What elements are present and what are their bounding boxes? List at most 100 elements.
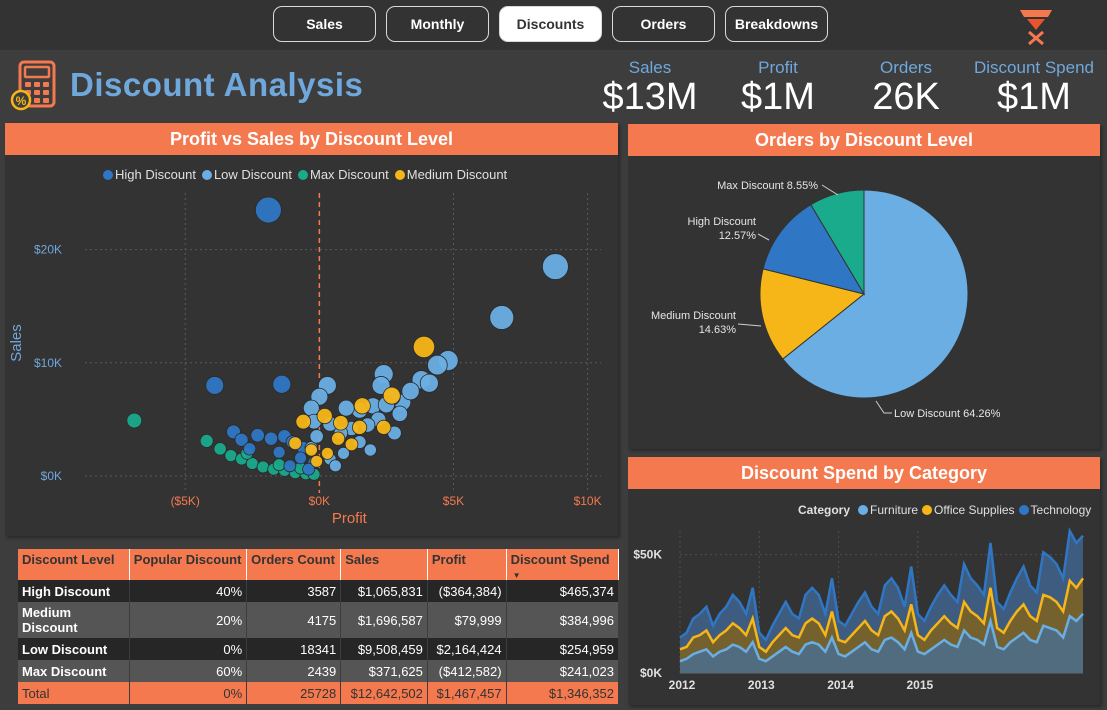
table-row[interactable]: Low Discount 0% 18341 $9,508,459 $2,164,… bbox=[18, 638, 620, 660]
pie-chart[interactable]: Low Discount 64.26% Medium Discount 14.63%… bbox=[628, 156, 1100, 449]
x-tick-label: ($5K) bbox=[171, 494, 200, 508]
kpi-value: $1M bbox=[997, 76, 1071, 118]
legend-item[interactable]: Low Discount bbox=[201, 167, 292, 182]
scatter-point bbox=[199, 433, 214, 448]
column-header-sorted[interactable]: Discount Spend ▼ bbox=[506, 549, 620, 580]
table-row[interactable]: Max Discount 60% 2439 $371,625 ($412,582… bbox=[18, 660, 620, 682]
legend-dot-icon bbox=[103, 169, 113, 180]
kpi-profit: Profit $1M bbox=[728, 58, 828, 119]
scatter-point bbox=[126, 412, 143, 429]
scatter-point bbox=[337, 399, 355, 417]
scatter-point bbox=[295, 413, 312, 430]
scatter-point bbox=[401, 381, 420, 401]
cell-discount-spend: $384,996 bbox=[506, 602, 620, 638]
cell-discount-spend: $1,346,352 bbox=[506, 682, 620, 704]
pie-label: High Discount bbox=[688, 216, 756, 228]
tab-breakdowns[interactable]: Breakdowns bbox=[725, 6, 828, 42]
series-group bbox=[205, 196, 321, 476]
legend-label: Max Discount bbox=[309, 167, 389, 182]
pie-leader-line bbox=[757, 233, 770, 241]
column-header[interactable]: Discount Level bbox=[18, 549, 130, 580]
legend-title: Category bbox=[798, 503, 851, 517]
pie-leader-line bbox=[875, 400, 892, 414]
x-tick-label: 2013 bbox=[748, 678, 775, 692]
kpi-sales: Sales $13M bbox=[600, 58, 700, 119]
scatter-point bbox=[243, 442, 257, 456]
legend-item[interactable]: Office Supplies bbox=[922, 503, 1015, 517]
scatter-point bbox=[254, 196, 282, 224]
column-header[interactable]: Popular Discount bbox=[129, 549, 248, 580]
table-row[interactable]: High Discount 40% 3587 $1,065,831 ($364,… bbox=[18, 580, 620, 602]
cell-level: High Discount bbox=[18, 580, 130, 602]
area-legend: Category Furniture Office Supplies Techn… bbox=[798, 503, 1091, 517]
x-tick-label: $5K bbox=[443, 494, 464, 508]
cell-sales: $1,065,831 bbox=[340, 580, 428, 602]
scatter-point bbox=[352, 419, 368, 435]
scatter-point bbox=[224, 449, 238, 463]
kpi-label: Sales bbox=[628, 58, 672, 77]
y-tick-label: $20K bbox=[34, 243, 62, 257]
scatter-point bbox=[264, 431, 279, 446]
table-header-row: Discount Level Popular Discount Orders C… bbox=[18, 549, 620, 580]
x-tick-label: $0K bbox=[309, 494, 330, 508]
legend-item[interactable]: Max Discount bbox=[297, 167, 389, 182]
column-header[interactable]: Sales bbox=[340, 549, 428, 580]
legend-label: Furniture bbox=[870, 503, 919, 517]
x-tick-label: 2015 bbox=[906, 678, 933, 692]
x-tick-label: $10K bbox=[574, 494, 602, 508]
svg-text:%: % bbox=[16, 94, 27, 108]
legend-label: Office Supplies bbox=[934, 503, 1015, 517]
calculator-discount-icon: % bbox=[10, 60, 56, 111]
kpi-orders: Orders 26K bbox=[856, 58, 956, 119]
cell-popular-discount: 20% bbox=[129, 602, 248, 638]
table-row[interactable]: Medium Discount 20% 4175 $1,696,587 $79,… bbox=[18, 602, 620, 638]
table-total-row[interactable]: Total 0% 25728 $12,642,502 $1,467,457 $1… bbox=[18, 682, 620, 704]
legend-dot-icon bbox=[1018, 505, 1029, 515]
page-title: Discount Analysis bbox=[70, 66, 364, 103]
area-chart[interactable]: $0K $50K 2012 2013 2014 2015 bbox=[628, 527, 1100, 705]
scatter-point bbox=[542, 253, 569, 280]
cell-profit: ($412,582) bbox=[427, 660, 507, 682]
legend-dot-icon bbox=[922, 505, 933, 515]
tab-monthly[interactable]: Monthly bbox=[386, 6, 489, 42]
scatter-plot[interactable]: $0K $10K $20K ($5K) $0K $5K $10K Profit Sales bbox=[5, 188, 618, 533]
kpi-label: Profit bbox=[758, 58, 798, 77]
cell-profit: $1,467,457 bbox=[427, 682, 507, 704]
legend-item[interactable]: Furniture bbox=[858, 503, 918, 517]
cell-orders: 4175 bbox=[246, 602, 342, 638]
scatter-title: Profit vs Sales by Discount Level bbox=[5, 123, 618, 155]
tab-discounts[interactable]: Discounts bbox=[499, 6, 602, 42]
scatter-point bbox=[427, 354, 448, 376]
pie-label: 14.63% bbox=[699, 324, 737, 336]
legend-item[interactable]: Medium Discount bbox=[394, 167, 507, 182]
legend-dot-icon bbox=[858, 505, 869, 515]
scatter-point bbox=[376, 419, 392, 435]
cell-popular-discount: 40% bbox=[129, 580, 248, 602]
cell-level: Medium Discount bbox=[18, 602, 130, 638]
legend-item[interactable]: High Discount bbox=[103, 167, 196, 182]
scatter-point bbox=[205, 376, 225, 395]
cell-sales: $1,696,587 bbox=[340, 602, 428, 638]
column-header[interactable]: Profit bbox=[427, 549, 507, 580]
kpi-discount-spend: Discount Spend $1M bbox=[970, 58, 1098, 119]
cell-discount-spend: $254,959 bbox=[506, 638, 620, 660]
sort-desc-icon[interactable]: ▼ bbox=[513, 571, 521, 580]
scatter-point bbox=[320, 446, 334, 460]
pie-leader-line bbox=[821, 184, 839, 196]
scatter-panel: Profit vs Sales by Discount Level High D… bbox=[5, 123, 618, 536]
cell-orders: 3587 bbox=[246, 580, 342, 602]
legend-dot-icon bbox=[394, 169, 405, 180]
cell-discount-spend: $241,023 bbox=[506, 660, 620, 682]
x-tick-label: 2014 bbox=[827, 678, 854, 692]
tab-orders[interactable]: Orders bbox=[612, 6, 715, 42]
pie-label: 12.57% bbox=[719, 230, 757, 242]
pie-label: Low Discount 64.26% bbox=[894, 408, 1001, 420]
legend-item[interactable]: Technology bbox=[1018, 503, 1091, 517]
scatter-point bbox=[302, 399, 320, 417]
kpi-value: $1M bbox=[741, 76, 815, 118]
x-axis-label: Profit bbox=[332, 510, 368, 527]
pie-label: Max Discount 8.55% bbox=[717, 180, 818, 192]
scatter-point bbox=[353, 397, 371, 415]
column-header[interactable]: Orders Count bbox=[246, 549, 342, 580]
tab-sales[interactable]: Sales bbox=[273, 6, 376, 42]
